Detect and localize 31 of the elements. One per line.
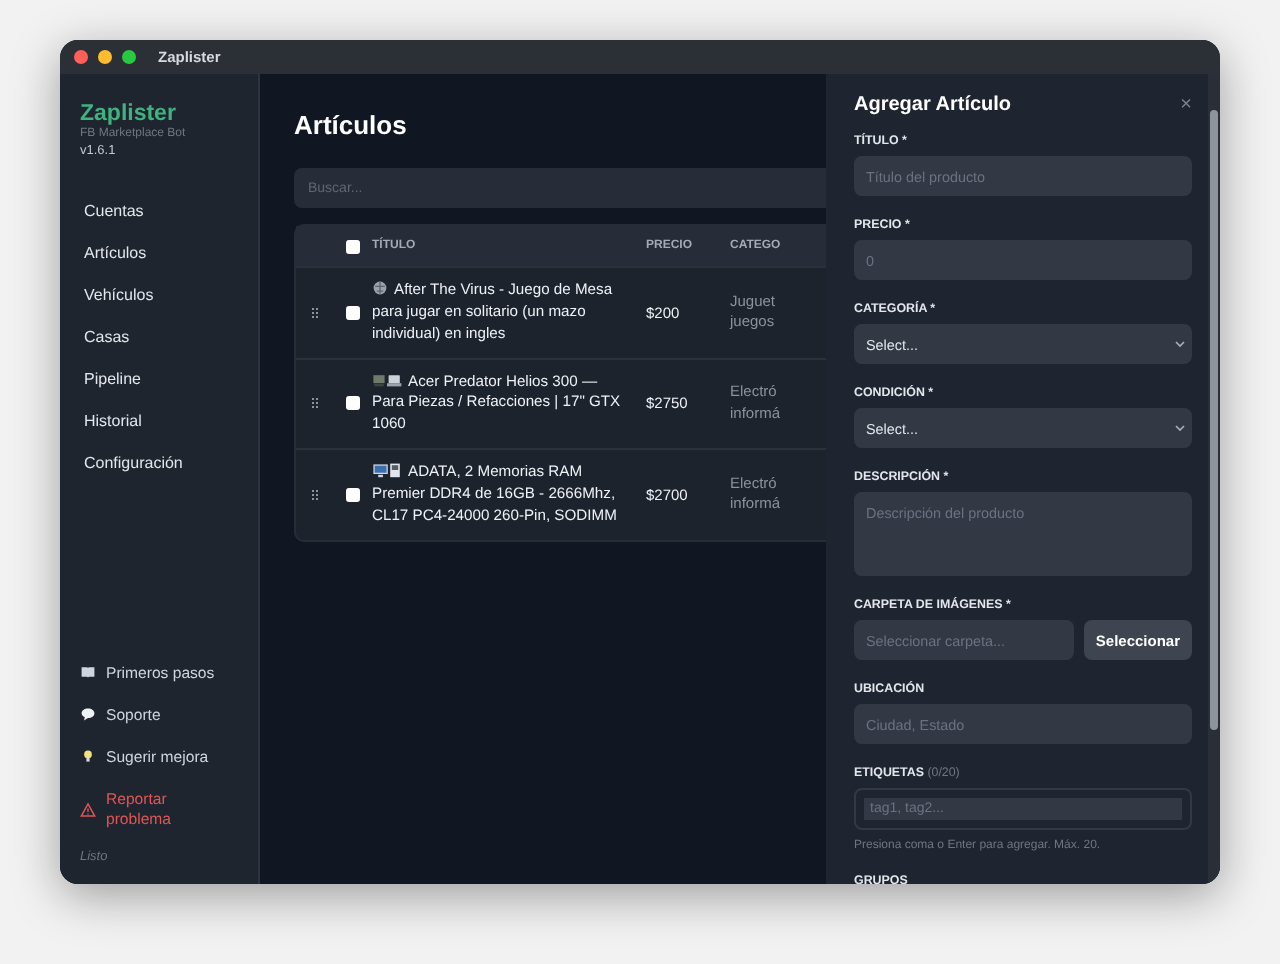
close-window-button[interactable] <box>74 50 88 64</box>
close-button[interactable]: × <box>1180 94 1192 116</box>
chevron-down-icon <box>1174 338 1186 350</box>
panel-title: Agregar Artículo <box>854 94 1012 116</box>
page-title: Artículos <box>294 110 409 144</box>
sidebar-item[interactable]: Vehículos <box>68 274 250 316</box>
light-bulb-icon <box>80 748 96 765</box>
book-icon <box>80 664 96 681</box>
sidebar-item[interactable]: Casas <box>68 316 250 358</box>
sidebar-item[interactable]: Pipeline <box>68 358 250 400</box>
drag-handle-icon[interactable] <box>311 489 317 500</box>
minimize-window-button[interactable] <box>98 50 112 64</box>
sidebar-item[interactable]: Configuración <box>68 442 250 484</box>
chevron-down-icon <box>1174 422 1186 434</box>
sidebar-item[interactable]: Cuentas <box>68 190 250 232</box>
row-checkbox[interactable] <box>345 305 359 320</box>
speech-bubble-icon <box>80 706 96 723</box>
drag-handle-icon[interactable] <box>311 307 317 318</box>
app-name: Zaplister <box>78 102 178 126</box>
game-icon <box>372 280 388 296</box>
sidebar-item[interactable]: Artículos <box>68 232 250 274</box>
drag-handle-icon[interactable] <box>311 398 317 409</box>
sidebar-item[interactable]: Historial <box>68 400 250 442</box>
select-all-checkbox[interactable] <box>345 239 359 253</box>
row-checkbox[interactable] <box>345 396 359 411</box>
scrollbar-thumb[interactable] <box>1210 110 1218 730</box>
computer-icon <box>372 371 402 388</box>
computer-icon <box>372 462 402 479</box>
zoom-window-button[interactable] <box>122 50 136 64</box>
row-checkbox[interactable] <box>345 487 359 502</box>
warning-icon <box>80 801 96 818</box>
